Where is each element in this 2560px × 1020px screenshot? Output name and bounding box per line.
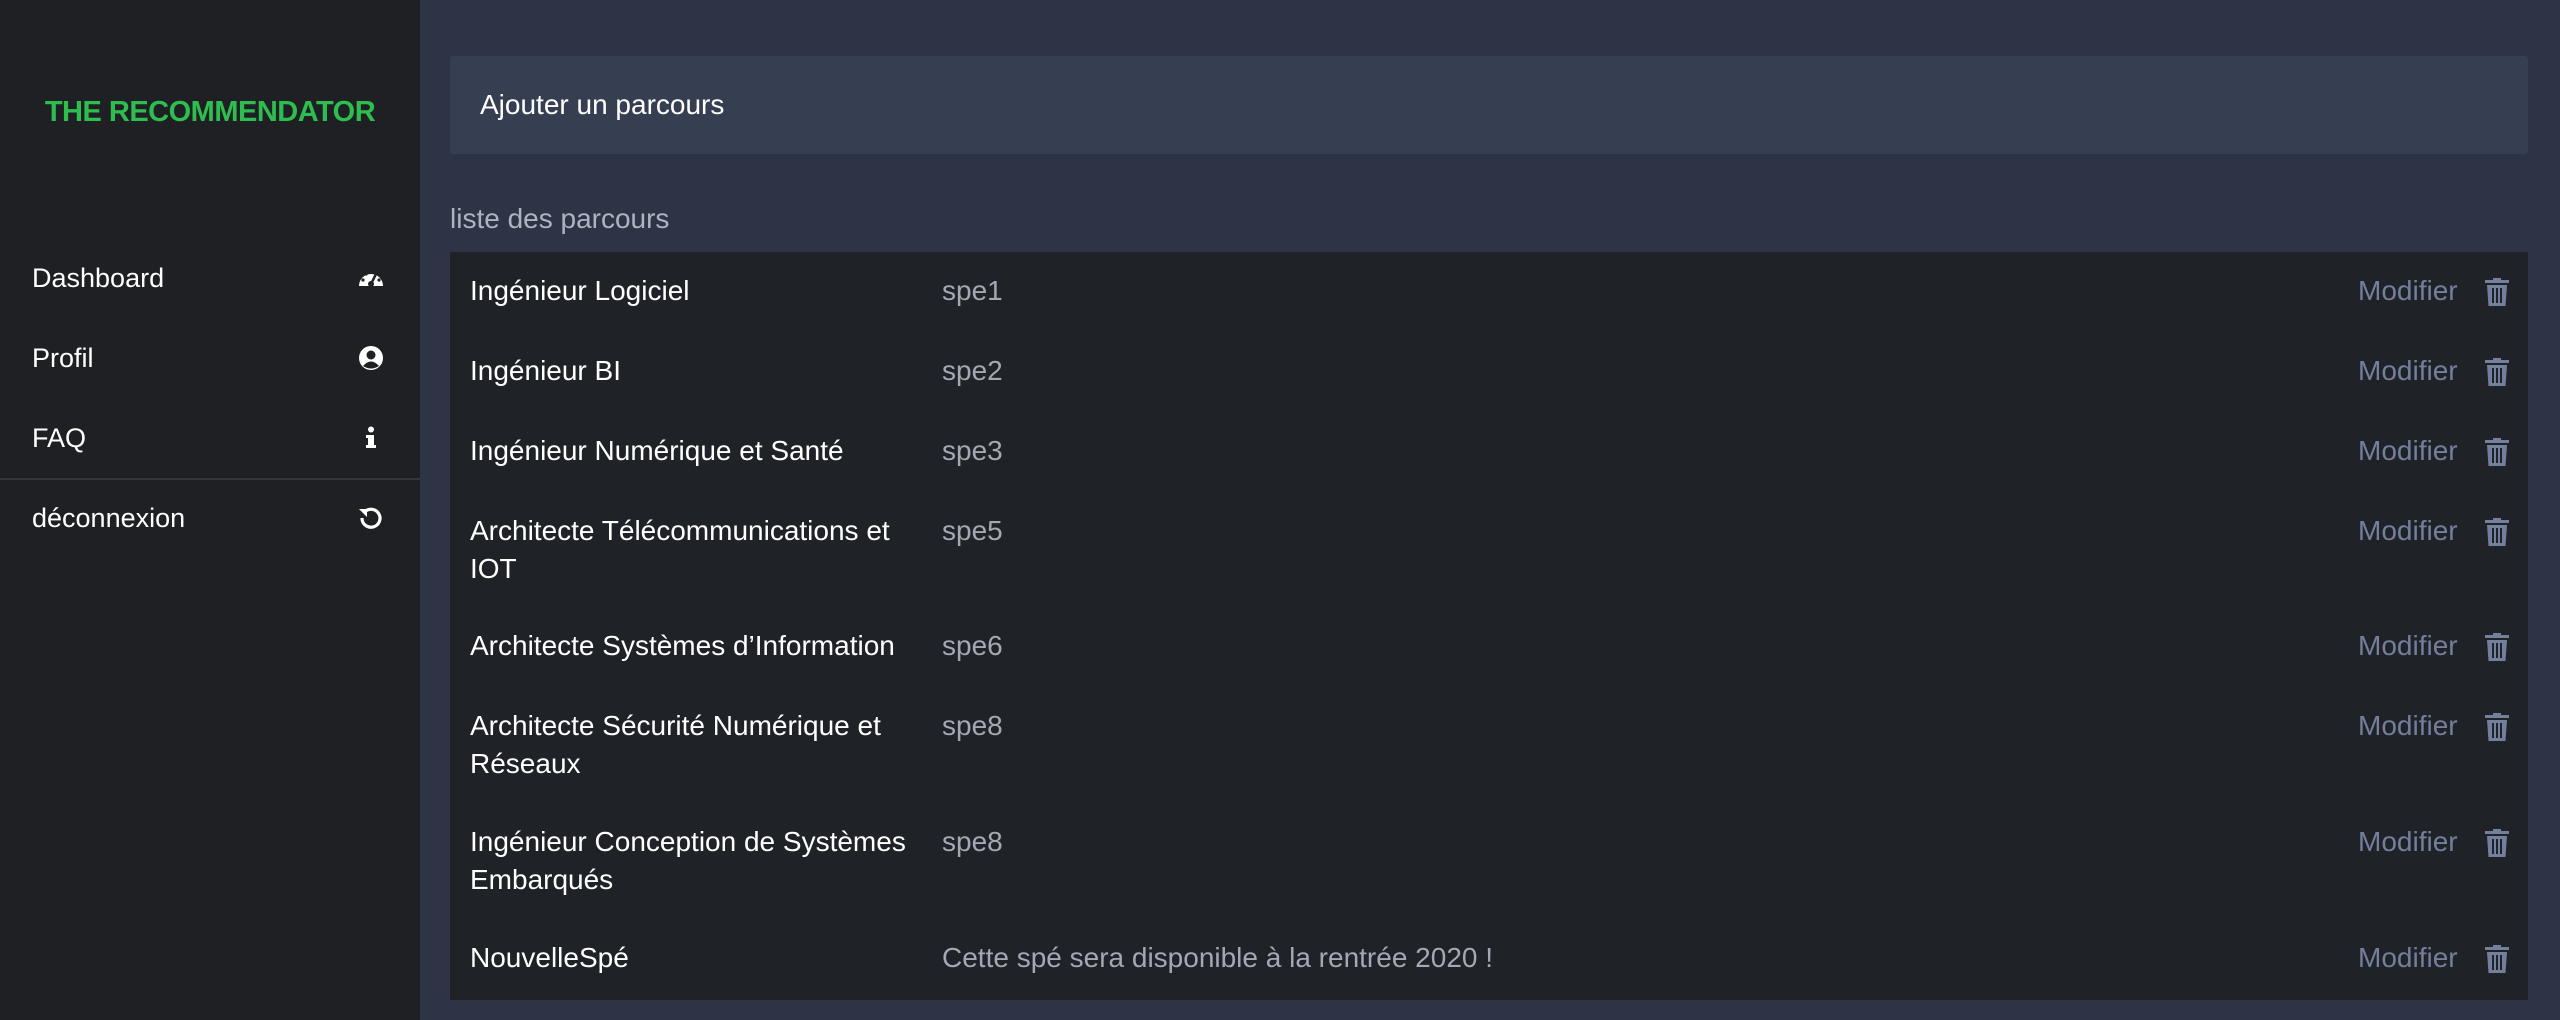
trash-icon[interactable] — [2484, 713, 2510, 741]
sidebar-item-label: FAQ — [32, 422, 87, 453]
sidebar: THE RECOMMENDATOR Dashboard Profil FAQ d… — [0, 0, 420, 1020]
trash-icon[interactable] — [2484, 829, 2510, 857]
trash-icon[interactable] — [2484, 633, 2510, 661]
trash-icon[interactable] — [2484, 945, 2510, 973]
trash-icon[interactable] — [2484, 278, 2510, 306]
parcours-code: spe8 — [942, 710, 1003, 741]
user-circle-icon — [356, 343, 386, 373]
parcours-code: Cette spé sera disponible à la rentrée 2… — [942, 942, 1494, 973]
parcours-name: Architecte Sécurité Numérique et Réseaux — [470, 710, 881, 779]
modify-button[interactable]: Modifier — [2358, 939, 2458, 977]
modify-button[interactable]: Modifier — [2358, 352, 2458, 390]
sidebar-item-label: Profil — [32, 342, 94, 373]
modify-button[interactable]: Modifier — [2358, 627, 2458, 665]
parcours-name: Ingénieur Conception de Systèmes Embarqu… — [470, 826, 906, 895]
sidebar-item-dashboard[interactable]: Dashboard — [0, 238, 420, 318]
trash-icon[interactable] — [2484, 438, 2510, 466]
modify-button[interactable]: Modifier — [2358, 707, 2458, 745]
modify-button[interactable]: Modifier — [2358, 512, 2458, 550]
modify-button[interactable]: Modifier — [2358, 823, 2458, 861]
sidebar-item-profil[interactable]: Profil — [0, 318, 420, 398]
parcours-code: spe8 — [942, 826, 1003, 857]
brand-logo-text[interactable]: THE RECOMMENDATOR — [0, 96, 420, 129]
parcours-name: Ingénieur Numérique et Santé — [470, 435, 844, 466]
trash-icon[interactable] — [2484, 518, 2510, 546]
parcours-name: NouvelleSpé — [470, 942, 629, 973]
modify-button[interactable]: Modifier — [2358, 272, 2458, 310]
parcours-code: spe6 — [942, 630, 1003, 661]
parcours-code: spe3 — [942, 435, 1003, 466]
sidebar-item-deconnexion[interactable]: déconnexion — [0, 478, 420, 558]
main-content: Ajouter un parcours liste des parcours I… — [420, 0, 2560, 1020]
parcours-list: Ingénieur Logiciel spe1 Modifier Ingénie… — [450, 252, 2528, 1000]
parcours-code: spe1 — [942, 275, 1003, 306]
parcours-name: Ingénieur BI — [470, 355, 621, 386]
parcours-name: Architecte Systèmes d’Information — [470, 630, 895, 661]
parcours-code: spe5 — [942, 515, 1003, 546]
add-parcours-button[interactable]: Ajouter un parcours — [450, 56, 2528, 154]
sidebar-item-faq[interactable]: FAQ — [0, 398, 420, 478]
info-icon — [356, 423, 386, 453]
sidebar-item-label: Dashboard — [32, 262, 165, 293]
dashboard-icon — [356, 263, 386, 293]
sidebar-item-label: déconnexion — [32, 502, 186, 533]
list-title: liste des parcours — [450, 203, 670, 234]
modify-button[interactable]: Modifier — [2358, 432, 2458, 470]
trash-icon[interactable] — [2484, 358, 2510, 386]
parcours-name: Architecte Télécommunications et IOT — [470, 515, 890, 584]
refresh-icon — [356, 503, 386, 533]
parcours-code: spe2 — [942, 355, 1003, 386]
parcours-name: Ingénieur Logiciel — [470, 275, 690, 306]
